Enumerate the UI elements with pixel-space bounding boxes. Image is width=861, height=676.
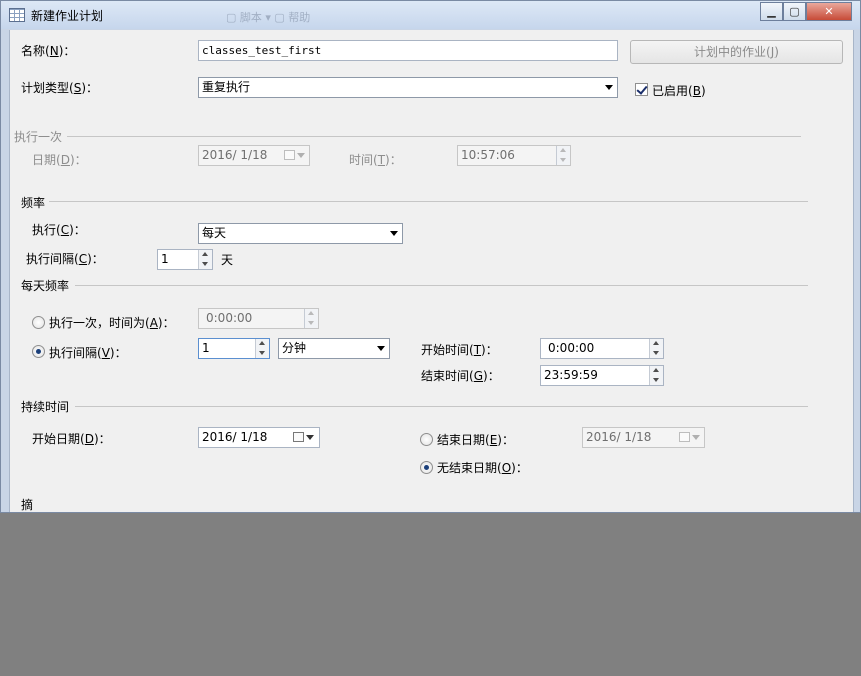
schedule-type-select[interactable]: 重复执行 <box>198 77 618 98</box>
one-time-date-value: 2016/ 1/18 <box>202 148 268 162</box>
start-date-value: 2016/ 1/18 <box>202 430 268 444</box>
start-time-label: 开始时间(T)： <box>421 343 498 357</box>
chevron-down-icon <box>390 231 398 236</box>
spin-up-icon <box>650 366 663 375</box>
recurs-unit-label: 天 <box>221 253 234 267</box>
occurs-every-input[interactable]: 1 <box>198 338 270 359</box>
one-time-date-picker: 2016/ 1/18 <box>198 145 310 166</box>
minimize-icon: ▁ <box>767 5 776 18</box>
maximize-button[interactable]: ▢ <box>783 2 806 21</box>
spin-down-icon <box>256 348 269 357</box>
one-time-divider <box>67 136 801 137</box>
spin-down-icon <box>557 155 570 164</box>
title-bar[interactable]: 新建作业计划 ▢ 脚本 ▾ ▢ 帮助 ▁ ▢ ✕ <box>1 1 860 29</box>
occurs-once-spinner <box>304 309 318 328</box>
schedule-dialog: 新建作业计划 ▢ 脚本 ▾ ▢ 帮助 ▁ ▢ ✕ 名称(N)： classes_… <box>0 0 861 513</box>
maximize-icon: ▢ <box>789 5 800 18</box>
spin-up-icon <box>557 146 570 155</box>
occurs-label: 执行(C)： <box>32 223 86 237</box>
daily-frequency-divider <box>75 285 808 286</box>
recurs-every-spinner[interactable] <box>198 250 212 269</box>
spin-down-icon <box>305 318 318 327</box>
spin-up-icon <box>305 309 318 318</box>
chevron-down-icon <box>692 435 700 440</box>
end-time-input[interactable]: 23:59:59 <box>540 365 664 386</box>
schedule-type-label: 计划类型(S)： <box>21 81 99 95</box>
start-time-spinner[interactable] <box>649 339 663 358</box>
chevron-down-icon <box>297 153 305 158</box>
occurs-every-unit-select[interactable]: 分钟 <box>278 338 390 359</box>
daily-frequency-header: 每天频率 <box>21 279 70 293</box>
schedule-type-value: 重复执行 <box>202 80 251 94</box>
start-date-label: 开始日期(D)： <box>32 432 111 446</box>
end-time-value: 23:59:59 <box>544 368 598 382</box>
minimize-button[interactable]: ▁ <box>760 2 783 21</box>
spin-down-icon <box>650 375 663 384</box>
one-time-time-label: 时间(T)： <box>349 153 402 167</box>
schedule-grid-icon <box>9 8 25 22</box>
occurs-every-value: 1 <box>202 341 210 355</box>
duration-header: 持续时间 <box>21 400 70 414</box>
gray-overlay <box>0 513 861 676</box>
duration-divider <box>75 406 808 407</box>
close-icon: ✕ <box>824 5 834 18</box>
occurs-once-radio[interactable] <box>32 316 45 329</box>
enabled-checkbox[interactable] <box>635 83 648 96</box>
spin-down-icon <box>199 259 212 268</box>
end-date-value: 2016/ 1/18 <box>586 430 652 444</box>
end-date-radio[interactable] <box>420 433 433 446</box>
recurs-every-value: 1 <box>161 252 169 266</box>
chevron-down-icon <box>377 346 385 351</box>
spin-down-icon <box>650 348 663 357</box>
end-date-picker: 2016/ 1/18 <box>582 427 705 448</box>
start-time-value: 0:00:00 <box>548 341 595 355</box>
end-time-spinner[interactable] <box>649 366 663 385</box>
calendar-icon <box>284 150 295 160</box>
one-time-time-value: 10:57:06 <box>461 148 515 162</box>
window-title: 新建作业计划 <box>31 9 104 23</box>
start-time-input[interactable]: 0:00:00 <box>540 338 664 359</box>
no-end-date-label: 无结束日期(O)： <box>437 461 528 475</box>
occurs-once-label: 执行一次，时间为(A)： <box>49 316 175 330</box>
frequency-divider <box>49 201 808 202</box>
occurs-value: 每天 <box>202 226 227 240</box>
chevron-down-icon <box>306 435 314 440</box>
occurs-every-radio[interactable] <box>32 345 45 358</box>
spin-up-icon <box>199 250 212 259</box>
one-time-header: 执行一次 <box>14 130 63 144</box>
spin-up-icon <box>650 339 663 348</box>
occurs-select[interactable]: 每天 <box>198 223 403 244</box>
end-time-label: 结束时间(G)： <box>421 369 500 383</box>
close-button[interactable]: ✕ <box>806 2 852 21</box>
jobs-in-schedule-button[interactable]: 计划中的作业(J) <box>630 40 843 64</box>
one-time-date-label: 日期(D)： <box>32 153 87 167</box>
recurs-every-label: 执行间隔(C)： <box>26 252 104 266</box>
occurs-once-time-input: 0:00:00 <box>198 308 319 329</box>
recurs-every-input[interactable]: 1 <box>157 249 213 270</box>
start-date-picker[interactable]: 2016/ 1/18 <box>198 427 320 448</box>
frequency-header: 频率 <box>21 196 46 210</box>
no-end-date-radio[interactable] <box>420 461 433 474</box>
name-input[interactable]: classes_test_first <box>198 40 618 61</box>
occurs-once-time-value: 0:00:00 <box>206 311 253 325</box>
end-date-label: 结束日期(E)： <box>437 433 514 447</box>
calendar-icon <box>293 432 304 442</box>
occurs-every-unit-value: 分钟 <box>282 341 307 355</box>
spin-up-icon <box>256 339 269 348</box>
one-time-time-input: 10:57:06 <box>457 145 571 166</box>
calendar-icon <box>679 432 690 442</box>
summary-header-stub: 摘 <box>21 498 34 512</box>
chevron-down-icon <box>605 85 613 90</box>
enabled-label: 已启用(B) <box>652 84 706 98</box>
one-time-time-spinner <box>556 146 570 165</box>
occurs-every-spinner[interactable] <box>255 339 269 358</box>
occurs-every-label: 执行间隔(V)： <box>49 346 127 360</box>
name-label: 名称(N)： <box>21 44 76 58</box>
background-toolbar-ghost: ▢ 脚本 ▾ ▢ 帮助 <box>226 11 311 24</box>
